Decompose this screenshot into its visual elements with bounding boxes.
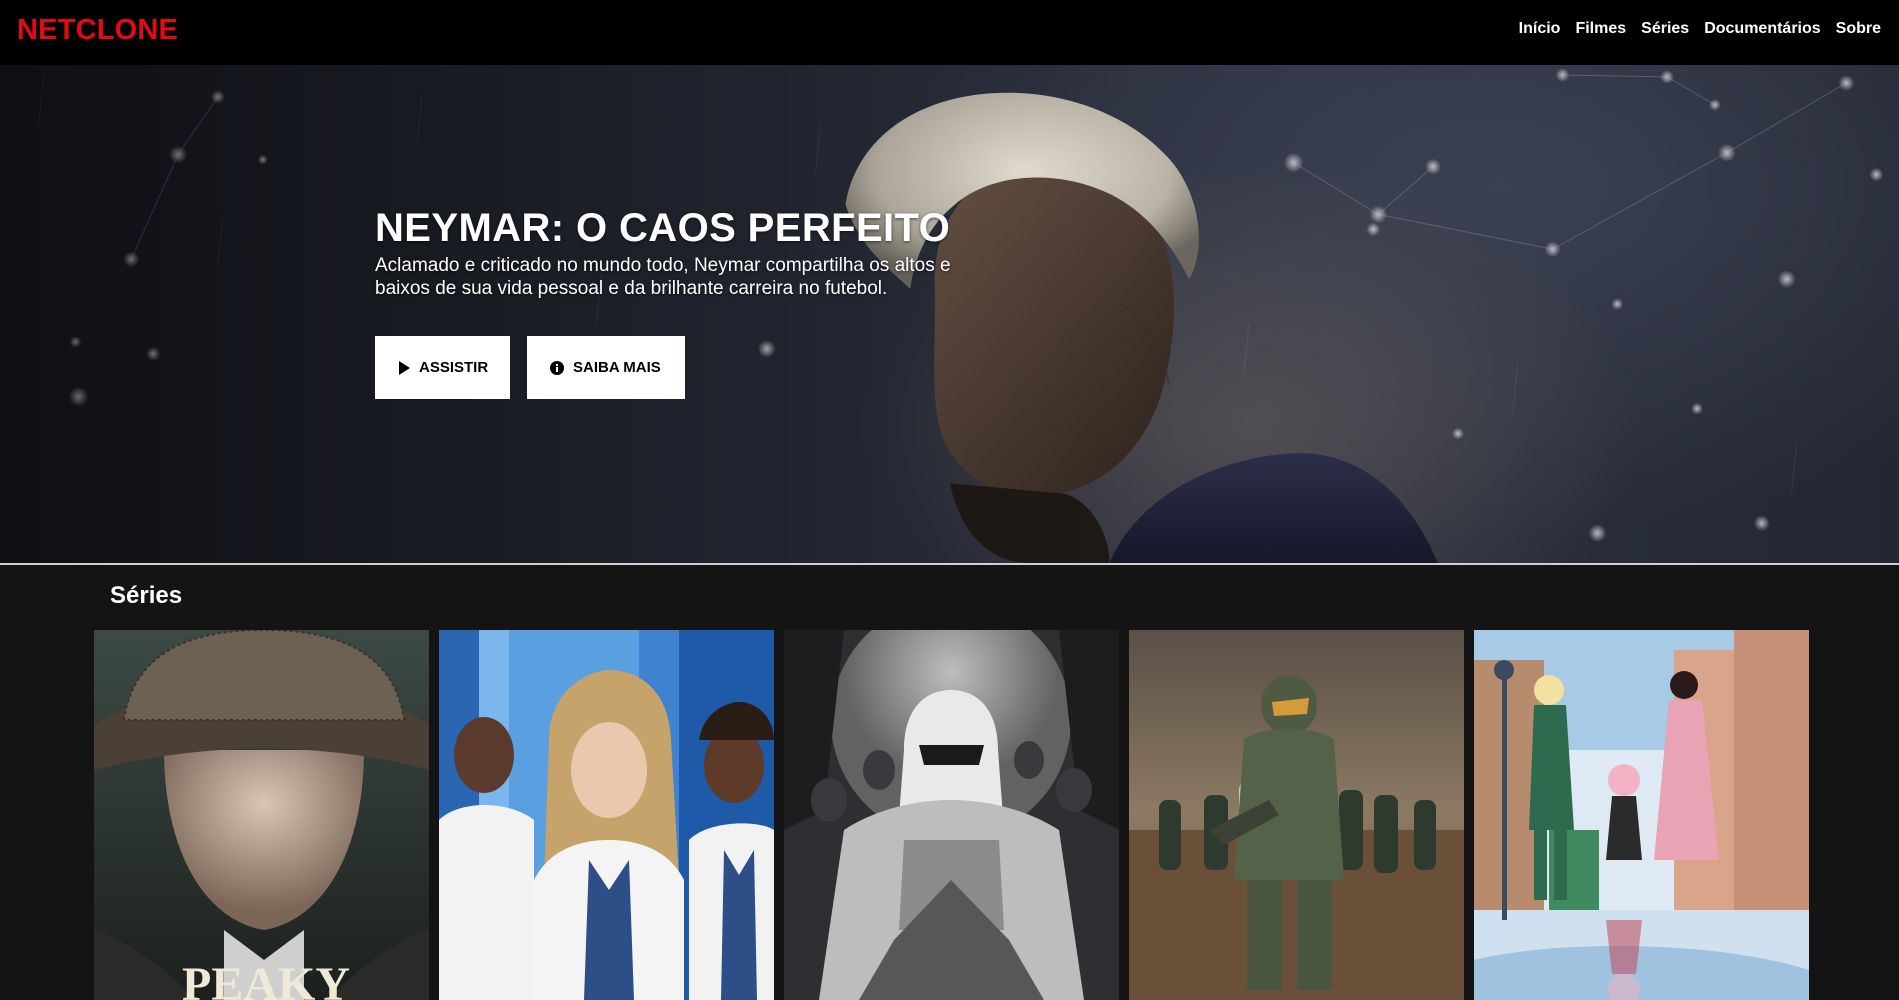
hero-content: NEYMAR: O CAOS PERFEITO Aclamado e criti… xyxy=(375,208,955,399)
hero-description: Aclamado e criticado no mundo todo, Neym… xyxy=(375,255,951,299)
more-info-button[interactable]: SAIBA MAIS xyxy=(527,336,685,399)
nav-link-inicio[interactable]: Início xyxy=(1519,20,1561,38)
series-row: Séries PEAKY xyxy=(0,567,1899,1000)
hero-buttons: ASSISTIR SAIBA MAIS xyxy=(375,336,955,399)
poster-text-peaky: PEAKY xyxy=(182,958,350,1000)
nav-link-series[interactable]: Séries xyxy=(1641,20,1689,38)
nav-link-documentarios[interactable]: Documentários xyxy=(1704,20,1820,38)
more-info-button-label: SAIBA MAIS xyxy=(573,359,661,376)
poster-moon-knight[interactable] xyxy=(784,630,1119,1000)
hero-title: NEYMAR: O CAOS PERFEITO xyxy=(375,206,951,250)
logo[interactable]: NETCLONE xyxy=(17,14,178,47)
poster-spy-family[interactable] xyxy=(1474,630,1809,1000)
nav-link-sobre[interactable]: Sobre xyxy=(1836,20,1881,38)
poster-greys-anatomy[interactable] xyxy=(439,630,774,1000)
info-icon xyxy=(550,360,564,375)
poster-peaky-blinders[interactable]: PEAKY xyxy=(94,630,429,1000)
watch-button[interactable]: ASSISTIR xyxy=(375,336,510,399)
top-navbar: NETCLONE Início Filmes Séries Documentár… xyxy=(0,0,1899,65)
poster-list: PEAKY xyxy=(94,630,1809,1000)
watch-button-label: ASSISTIR xyxy=(419,359,489,376)
play-icon xyxy=(398,360,410,375)
nav-link-filmes[interactable]: Filmes xyxy=(1575,20,1626,38)
poster-halo[interactable] xyxy=(1129,630,1464,1000)
row-title: Séries xyxy=(110,582,183,609)
main-nav: Início Filmes Séries Documentários Sobre xyxy=(1504,20,1881,38)
hero-banner: NEYMAR: O CAOS PERFEITO Aclamado e criti… xyxy=(0,65,1899,565)
